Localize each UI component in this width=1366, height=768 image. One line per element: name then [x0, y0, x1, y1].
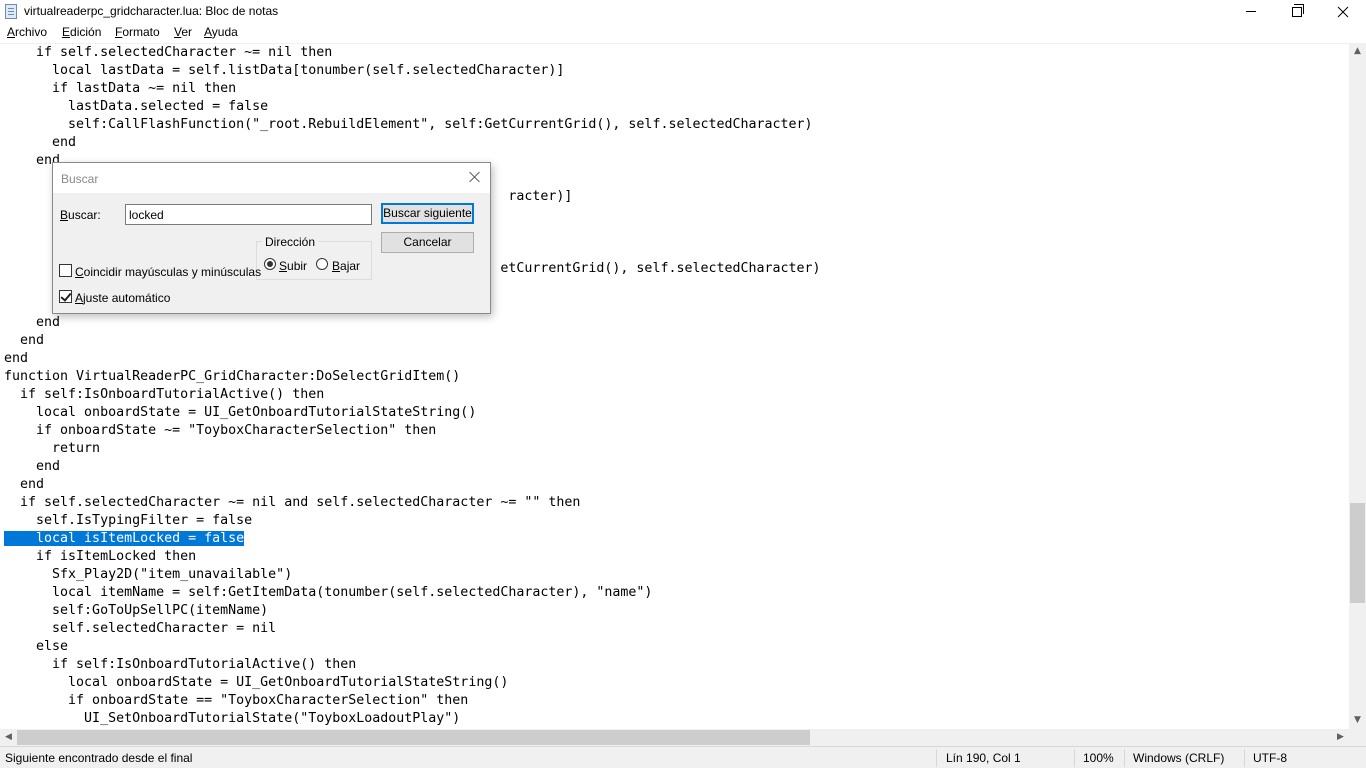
find-next-button[interactable]: Buscar siguiente: [381, 203, 474, 224]
code-line: if isItemLocked then: [4, 549, 197, 564]
find-label: Buscar:: [60, 208, 101, 222]
status-divider: [1124, 749, 1125, 767]
close-icon[interactable]: [467, 169, 483, 185]
code-line: local onboardState = UI_GetOnboardTutori…: [4, 405, 477, 420]
code-line: end: [4, 135, 77, 150]
scrollbar-corner: [1349, 729, 1366, 746]
scroll-up-icon[interactable]: ▲: [1349, 43, 1366, 60]
menu-edicion[interactable]: Edición: [62, 25, 101, 39]
match-case-checkbox[interactable]: [59, 264, 72, 277]
code-line: else: [4, 639, 69, 654]
status-line-ending: Windows (CRLF): [1133, 751, 1225, 765]
maximize-button[interactable]: [1274, 0, 1320, 23]
code-line: self.selectedCharacter = nil: [4, 621, 277, 636]
code-line: if self:IsOnboardTutorialActive() then: [4, 657, 357, 672]
wrap-around-label[interactable]: Ajuste automático: [75, 291, 170, 305]
code-line: local onboardState = UI_GetOnboardTutori…: [4, 675, 509, 690]
code-line: return: [4, 441, 101, 456]
code-line: self:GoToUpSellPC(itemName): [4, 603, 269, 618]
maximize-icon: [1292, 3, 1304, 17]
notepad-icon: [5, 4, 17, 19]
direction-up-radio[interactable]: [264, 258, 276, 270]
code-line: lastData.selected = false: [4, 99, 269, 114]
close-icon: [1337, 6, 1349, 17]
vertical-scrollbar[interactable]: ▲ ▼: [1349, 43, 1366, 729]
status-bar: Siguiente encontrado desde el final Lín …: [0, 746, 1366, 768]
code-line: if lastData ~= nil then: [4, 81, 237, 96]
cancel-button[interactable]: Cancelar: [381, 232, 474, 253]
direction-down-label[interactable]: Bajar: [332, 259, 360, 273]
code-line: if onboardState == "ToyboxCharacterSelec…: [4, 693, 469, 708]
code-line: if self.selectedCharacter ~= nil and sel…: [4, 495, 581, 510]
vertical-scroll-thumb[interactable]: [1350, 503, 1365, 603]
status-zoom: 100%: [1083, 751, 1114, 765]
window-title: virtualreaderpc_gridcharacter.lua: Bloc …: [24, 4, 279, 18]
status-divider: [1074, 749, 1075, 767]
minimize-icon: [1246, 11, 1256, 12]
code-line: self.IsTypingFilter = false: [4, 513, 253, 528]
text-editor[interactable]: if self.selectedCharacter ~= nil then lo…: [0, 43, 1349, 729]
find-input[interactable]: [125, 204, 372, 225]
code-line: if self.selectedCharacter ~= nil then: [4, 45, 333, 60]
status-divider: [1244, 749, 1245, 767]
direction-down-radio[interactable]: [316, 258, 328, 270]
dialog-title: Buscar: [61, 172, 99, 186]
horizontal-scrollbar[interactable]: ◀ ▶: [0, 729, 1349, 746]
close-button[interactable]: [1320, 0, 1366, 23]
code-line: end: [4, 333, 45, 348]
status-position: Lín 190, Col 1: [946, 751, 1021, 765]
wrap-around-checkbox[interactable]: [59, 290, 72, 303]
code-line: self:CallFlashFunction("_root.RebuildEle…: [4, 117, 813, 132]
code-line: local isItemLocked = false: [4, 530, 821, 548]
menu-bar: Archivo Edición Formato Ver Ayuda: [0, 23, 1366, 43]
horizontal-scroll-thumb[interactable]: [17, 730, 810, 745]
scroll-left-icon[interactable]: ◀: [0, 729, 17, 746]
code-line: if onboardState ~= "ToyboxCharacterSelec…: [4, 423, 437, 438]
direction-up-label[interactable]: Subir: [279, 259, 307, 273]
code-line: local itemName = self:GetItemData(tonumb…: [4, 585, 653, 600]
menu-ver[interactable]: Ver: [174, 25, 192, 39]
menu-formato[interactable]: Formato: [115, 25, 160, 39]
code-text: if self.selectedCharacter ~= nil then lo…: [4, 44, 821, 728]
menu-archivo[interactable]: Archivo: [7, 25, 47, 39]
direction-label: Dirección: [262, 235, 319, 249]
status-divider: [936, 749, 937, 767]
code-line: local lastData = self.listData[tonumber(…: [4, 63, 565, 78]
minimize-button[interactable]: [1228, 0, 1274, 23]
match-case-label[interactable]: Coincidir mayúsculas y minúsculas: [75, 265, 261, 279]
dialog-title-bar[interactable]: Buscar: [53, 163, 490, 193]
scroll-right-icon[interactable]: ▶: [1332, 729, 1349, 746]
code-line: end: [4, 477, 45, 492]
selected-text: local isItemLocked = false: [4, 531, 245, 546]
code-line: end: [4, 351, 29, 366]
code-line: function VirtualReaderPC_GridCharacter:D…: [4, 369, 461, 384]
code-line: if self:IsOnboardTutorialActive() then: [4, 387, 325, 402]
status-message: Siguiente encontrado desde el final: [5, 751, 193, 765]
title-bar: virtualreaderpc_gridcharacter.lua: Bloc …: [0, 0, 1366, 23]
code-line: UI_SetOnboardTutorialState("ToyboxLoadou…: [4, 711, 461, 726]
code-line: Sfx_Play2D("item_unavailable"): [4, 567, 293, 582]
code-line: end: [4, 459, 61, 474]
menu-ayuda[interactable]: Ayuda: [204, 25, 238, 39]
status-encoding: UTF-8: [1253, 751, 1287, 765]
scroll-down-icon[interactable]: ▼: [1349, 712, 1366, 729]
find-dialog: Buscar Buscar: Buscar siguiente Cancelar…: [52, 162, 491, 314]
code-line: end: [4, 315, 61, 330]
